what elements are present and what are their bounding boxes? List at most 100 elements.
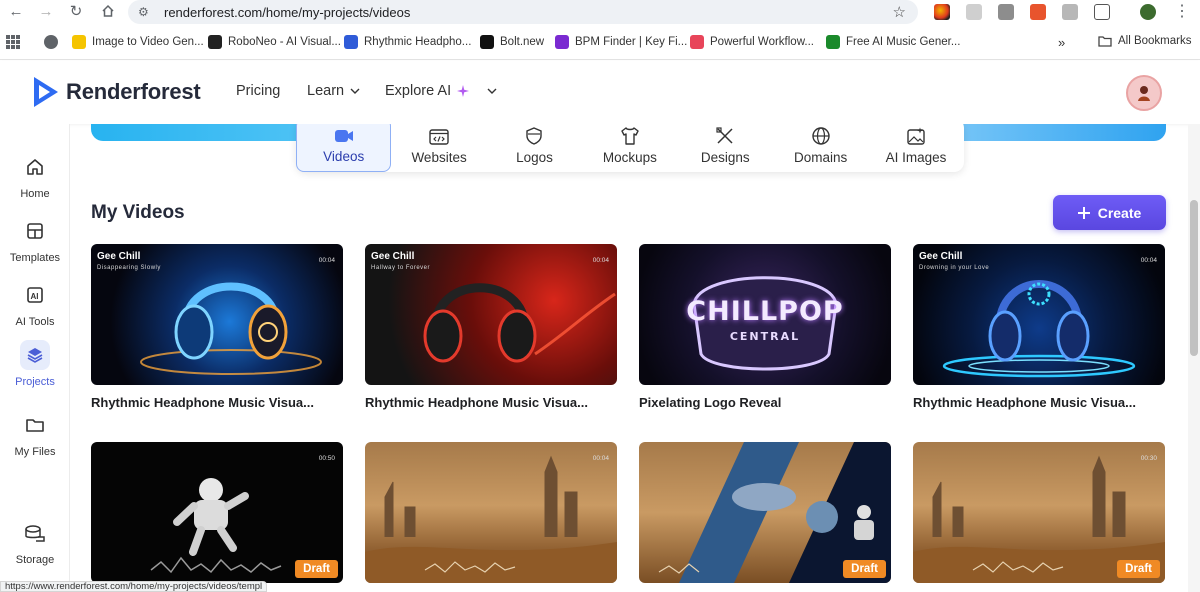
storage-icon (20, 518, 50, 548)
nav-learn[interactable]: Learn (307, 83, 360, 99)
video-card[interactable]: Gee Chill Disappearing Slowly 00:04 Rhyth… (91, 244, 343, 410)
thumbnail-brand-text: Gee Chill (371, 251, 415, 262)
tab-mockups[interactable]: Mockups (582, 124, 677, 172)
sidebar-item-projects[interactable]: Projects (0, 340, 70, 388)
video-thumbnail[interactable]: Gee Chill Disappearing Slowly 00:04 (91, 244, 343, 385)
video-thumbnail[interactable]: Gee Chill Hallway to Forever 00:04 (365, 244, 617, 385)
browser-menu-icon[interactable]: ⋮ (1170, 0, 1194, 22)
video-thumbnail[interactable]: 00:30 Draft (913, 442, 1165, 583)
tab-label: Websites (411, 150, 467, 165)
video-thumbnail[interactable]: Draft (639, 442, 891, 583)
sidebar-item-label: Projects (15, 376, 55, 388)
svg-text:AI: AI (31, 292, 39, 301)
bookmark-label: Image to Video Gen... (92, 36, 204, 48)
video-title[interactable]: Rhythmic Headphone Music Visua... (913, 395, 1165, 410)
layers-icon (20, 340, 50, 370)
video-title[interactable]: Rhythmic Headphone Music Visua... (365, 395, 617, 410)
video-card[interactable]: 00:04 (365, 442, 617, 583)
site-info-icon[interactable]: ⚙ (138, 5, 152, 19)
video-duration: 00:04 (592, 257, 609, 264)
bookmark-item[interactable]: Bolt.new (480, 35, 544, 49)
bookmark-item[interactable]: RoboNeo - AI Visual... (208, 35, 341, 49)
globe-icon[interactable] (44, 35, 58, 49)
video-thumbnail[interactable]: 00:04 (365, 442, 617, 583)
reload-icon[interactable]: ↻ (64, 0, 88, 22)
sidebar-item-my-files[interactable]: My Files (0, 410, 70, 458)
video-thumbnail[interactable]: 00:50 Draft (91, 442, 343, 583)
thumbnail-brand-text: Gee Chill (97, 251, 141, 262)
tab-label: Domains (794, 150, 848, 165)
tab-videos[interactable]: Videos (296, 124, 392, 172)
extension-icon[interactable] (1030, 4, 1046, 20)
apps-grid-icon[interactable] (6, 35, 20, 49)
video-card[interactable]: 00:30 Draft (913, 442, 1165, 583)
ai-image-icon (907, 127, 925, 145)
bookmark-favicon (555, 35, 569, 49)
bookmark-label: Rhythmic Headpho... (364, 36, 472, 48)
draft-badge: Draft (843, 560, 886, 578)
back-icon[interactable]: ← (4, 0, 28, 22)
video-title[interactable]: Rhythmic Headphone Music Visua... (91, 395, 343, 410)
extension-icon[interactable] (1062, 4, 1078, 20)
bookmark-item[interactable]: Free AI Music Gener... (826, 35, 960, 49)
tab-designs[interactable]: Designs (678, 124, 773, 172)
address-bar[interactable]: ⚙ renderforest.com/home/my-projects/vide… (128, 0, 918, 24)
video-thumbnail[interactable]: Gee Chill Drowning in your Love 00:04 (913, 244, 1165, 385)
bookmark-item[interactable]: BPM Finder | Key Fi... (555, 35, 687, 49)
video-card[interactable]: Gee Chill Drowning in your Love 00:04 Rhy… (913, 244, 1165, 410)
video-title[interactable]: Pixelating Logo Reveal (639, 395, 891, 410)
bookmarks-bar: Image to Video Gen... RoboNeo - AI Visua… (0, 30, 1200, 56)
left-sidebar: Home Templates AI AI Tools Projects My F… (0, 124, 70, 592)
more-bookmarks-button[interactable]: » (1058, 35, 1065, 50)
sidebar-item-ai-tools[interactable]: AI AI Tools (0, 280, 70, 328)
sidebar-item-home[interactable]: Home (0, 152, 70, 200)
bookmark-item[interactable]: Image to Video Gen... (72, 35, 204, 49)
video-duration: 00:30 (1140, 455, 1157, 462)
extension-icon[interactable] (934, 4, 950, 20)
tab-websites[interactable]: Websites (391, 124, 486, 172)
nav-pricing[interactable]: Pricing (236, 83, 280, 99)
extension-icon[interactable] (998, 4, 1014, 20)
draft-badge: Draft (1117, 560, 1160, 578)
ai-tools-icon: AI (20, 280, 50, 310)
tab-domains[interactable]: Domains (773, 124, 868, 172)
sparkle-icon (457, 85, 470, 97)
create-button[interactable]: Create (1053, 195, 1166, 230)
bookmark-label: Powerful Workflow... (710, 36, 814, 48)
profile-avatar-icon[interactable] (1140, 4, 1156, 20)
page-scrollbar[interactable] (1188, 124, 1200, 592)
bookmark-favicon (344, 35, 358, 49)
video-thumbnail[interactable]: CHILLPOP CENTRAL (639, 244, 891, 385)
extension-icon[interactable] (966, 4, 982, 20)
bookmark-favicon (826, 35, 840, 49)
video-duration: 00:04 (1140, 257, 1157, 264)
tab-ai-images[interactable]: AI Images (868, 124, 963, 172)
video-duration: 00:50 (318, 455, 335, 462)
tab-logos[interactable]: Logos (487, 124, 582, 172)
video-card[interactable]: Gee Chill Hallway to Forever 00:04 Rhythm… (365, 244, 617, 410)
user-avatar[interactable] (1126, 75, 1162, 111)
forward-icon[interactable]: → (34, 0, 58, 22)
scrollbar-thumb[interactable] (1190, 200, 1198, 356)
video-card[interactable]: Draft (639, 442, 891, 583)
sidebar-item-templates[interactable]: Templates (0, 216, 70, 264)
bookmark-item[interactable]: Rhythmic Headpho... (344, 35, 471, 49)
video-card[interactable]: CHILLPOP CENTRAL Pixelating Logo Reveal (639, 244, 891, 410)
brand-name: Renderforest (66, 79, 201, 104)
bookmark-favicon (690, 35, 704, 49)
video-card[interactable]: 00:50 Draft (91, 442, 343, 583)
chevron-down-icon (350, 88, 360, 94)
renderforest-logo-icon (34, 77, 58, 107)
extensions-puzzle-icon[interactable] (1094, 4, 1110, 20)
renderforest-logo[interactable]: Renderforest (32, 75, 201, 109)
thumbnail-brand: Gee Chill Disappearing Slowly (97, 252, 161, 273)
nav-explore-ai[interactable]: Explore AI (385, 83, 497, 99)
bookmark-item[interactable]: Powerful Workflow... (690, 35, 814, 49)
sidebar-item-storage[interactable]: Storage (0, 518, 70, 566)
bookmark-favicon (72, 35, 86, 49)
plus-icon (1077, 206, 1090, 219)
all-bookmarks-button[interactable]: All Bookmarks (1098, 35, 1192, 47)
bookmark-label: RoboNeo - AI Visual... (228, 36, 341, 48)
bookmark-star-icon[interactable]: ☆ (893, 3, 906, 21)
home-icon[interactable] (96, 0, 120, 22)
